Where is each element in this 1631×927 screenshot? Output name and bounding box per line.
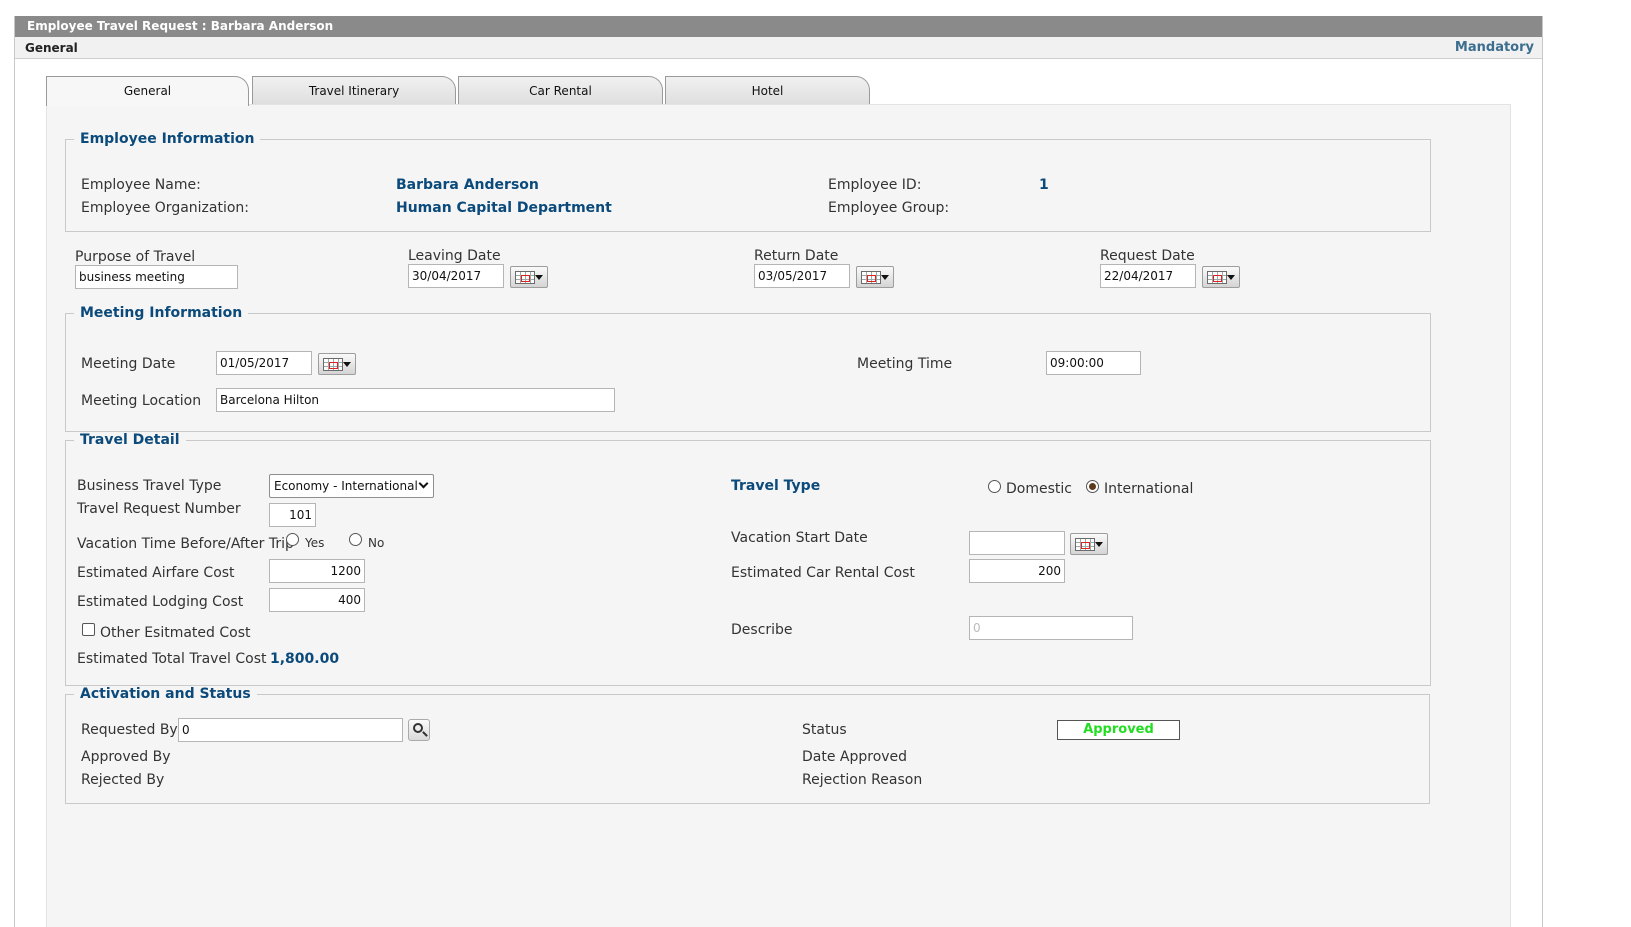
car-rental-cost-input[interactable]: 200 — [969, 559, 1065, 583]
vacation-time-label: Vacation Time Before/After Trip — [77, 536, 294, 552]
calendar-icon[interactable] — [318, 353, 356, 375]
purpose-label: Purpose of Travel — [75, 249, 196, 265]
employee-id-label: Employee ID: — [828, 177, 922, 193]
employee-group-label: Employee Group: — [828, 200, 950, 216]
tab-hotel[interactable]: Hotel — [665, 76, 870, 105]
date-approved-label: Date Approved — [802, 749, 908, 765]
search-icon[interactable] — [408, 719, 430, 741]
describe-input[interactable]: 0 — [969, 616, 1133, 640]
request-date-label: Request Date — [1100, 248, 1195, 264]
calendar-icon[interactable] — [510, 266, 548, 288]
airfare-cost-label: Estimated Airfare Cost — [77, 565, 235, 581]
meeting-info-legend: Meeting Information — [74, 305, 249, 321]
travel-detail-legend: Travel Detail — [74, 432, 186, 448]
employee-name-label: Employee Name: — [81, 177, 201, 193]
status-badge: Approved — [1057, 720, 1180, 740]
vacation-yes-label: Yes — [305, 536, 325, 550]
status-label: Status — [802, 722, 847, 738]
vacation-yes-radio[interactable] — [286, 533, 299, 546]
business-travel-type-label: Business Travel Type — [77, 478, 222, 494]
meeting-location-label: Meeting Location — [81, 393, 202, 409]
rejection-reason-label: Rejection Reason — [802, 772, 923, 788]
lodging-cost-label: Estimated Lodging Cost — [77, 594, 244, 610]
section-header: General Mandatory — [15, 37, 1542, 59]
travel-type-label: Travel Type — [731, 478, 821, 494]
domestic-radio[interactable] — [988, 480, 1001, 493]
meeting-time-label: Meeting Time — [857, 356, 953, 372]
tab-travel-itinerary[interactable]: Travel Itinerary — [252, 76, 456, 105]
other-cost-checkbox[interactable] — [82, 623, 95, 636]
window-title: Employee Travel Request : Barbara Anders… — [15, 16, 1542, 37]
return-date-input[interactable]: 03/05/2017 — [754, 264, 850, 288]
describe-label: Describe — [731, 622, 793, 638]
calendar-icon[interactable] — [1202, 266, 1240, 288]
requested-by-label: Requested By — [81, 722, 178, 738]
domestic-label: Domestic — [1006, 481, 1072, 497]
other-cost-label: Other Esitmated Cost — [100, 625, 251, 641]
tab-general[interactable]: General — [46, 76, 249, 106]
meeting-location-input[interactable]: Barcelona Hilton — [216, 388, 615, 412]
vacation-start-date-input[interactable] — [969, 531, 1065, 555]
request-date-input[interactable]: 22/04/2017 — [1100, 264, 1196, 288]
rejected-by-label: Rejected By — [81, 772, 165, 788]
chevron-down-icon — [418, 478, 429, 489]
vacation-start-date-label: Vacation Start Date — [731, 530, 868, 546]
travel-request-number-input[interactable]: 101 — [269, 503, 316, 527]
approved-by-label: Approved By — [81, 749, 171, 765]
mandatory-link[interactable]: Mandatory — [1455, 37, 1534, 59]
meeting-time-input[interactable]: 09:00:00 — [1046, 351, 1141, 375]
tab-content: Employee Information Employee Name: Barb… — [46, 104, 1511, 927]
window: Employee Travel Request : Barbara Anders… — [14, 16, 1543, 927]
car-rental-cost-label: Estimated Car Rental Cost — [731, 565, 915, 581]
business-travel-type-select[interactable]: Economy - International — [269, 474, 434, 498]
international-label: International — [1104, 481, 1194, 497]
lodging-cost-input[interactable]: 400 — [269, 588, 365, 612]
employee-info-section — [65, 139, 1431, 232]
return-date-label: Return Date — [754, 248, 839, 264]
vacation-no-label: No — [368, 536, 385, 550]
vacation-no-radio[interactable] — [349, 533, 362, 546]
employee-id-value: 1 — [1039, 177, 1049, 193]
employee-name-value: Barbara Anderson — [396, 177, 539, 193]
calendar-icon[interactable] — [856, 266, 894, 288]
activation-status-legend: Activation and Status — [74, 686, 257, 702]
airfare-cost-input[interactable]: 1200 — [269, 559, 365, 583]
total-cost-value: 1,800.00 — [270, 651, 340, 667]
total-cost-label: Estimated Total Travel Cost — [77, 651, 267, 667]
employee-info-legend: Employee Information — [74, 131, 261, 147]
requested-by-input[interactable]: 0 — [178, 718, 403, 742]
purpose-input[interactable]: business meeting — [75, 265, 238, 289]
section-title: General — [25, 41, 78, 55]
tab-car-rental[interactable]: Car Rental — [458, 76, 663, 105]
meeting-date-label: Meeting Date — [81, 356, 176, 372]
activation-status-section — [65, 694, 1430, 804]
employee-org-value: Human Capital Department — [396, 200, 612, 216]
international-radio[interactable] — [1086, 480, 1099, 493]
travel-request-number-label: Travel Request Number — [77, 501, 241, 517]
leaving-date-input[interactable]: 30/04/2017 — [408, 264, 504, 288]
meeting-date-input[interactable]: 01/05/2017 — [216, 351, 312, 375]
business-travel-type-value: Economy - International — [274, 479, 418, 493]
leaving-date-label: Leaving Date — [408, 248, 501, 264]
calendar-icon[interactable] — [1070, 533, 1108, 555]
employee-org-label: Employee Organization: — [81, 200, 250, 216]
